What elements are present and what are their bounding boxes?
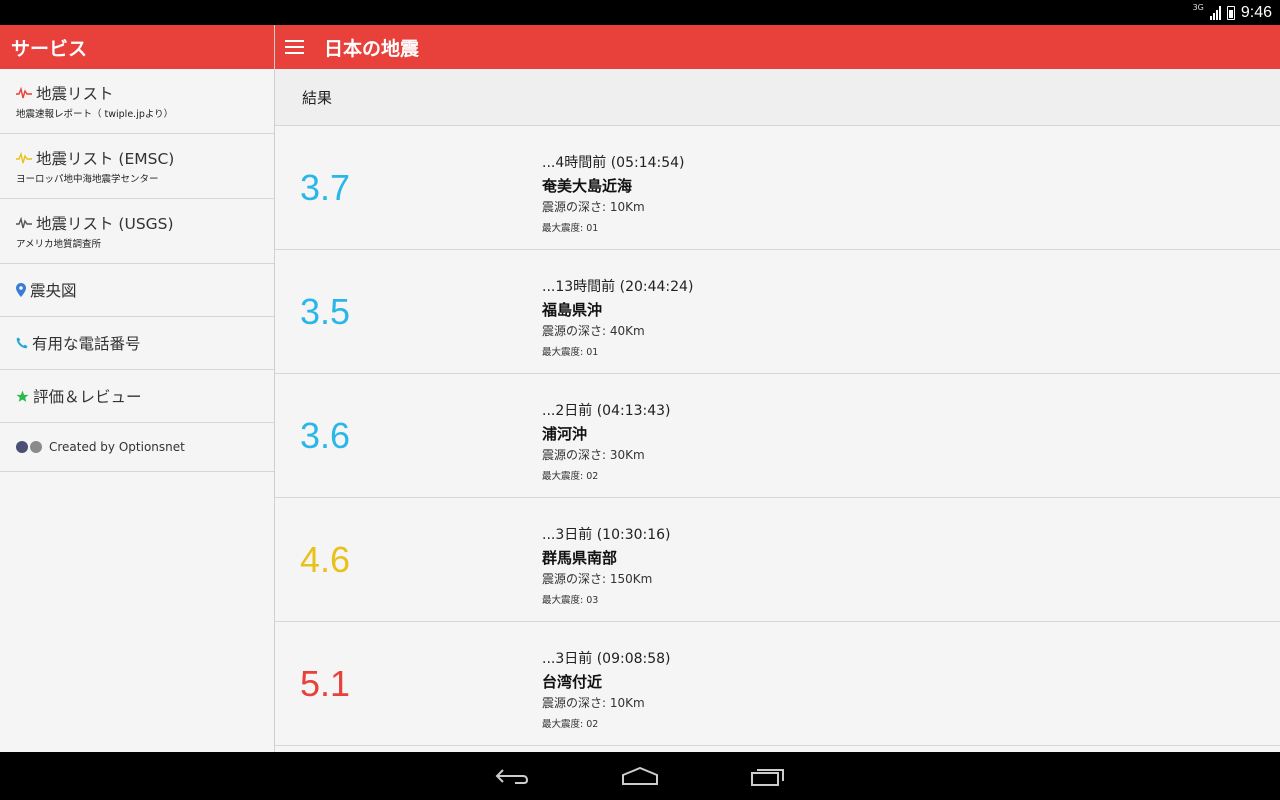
list-item[interactable]: 4.6 ...3日前 (10:30:16) 群馬県南部 震源の深さ: 150Km… (275, 498, 1280, 622)
home-icon[interactable] (616, 760, 664, 792)
main-content: 日本の地震 結果 3.7 ...4時間前 (05:14:54) 奄美大島近海 震… (275, 25, 1280, 752)
drawer-item-label: 有用な電話番号 (32, 335, 141, 353)
quake-time: ...2日前 (04:13:43) (542, 403, 671, 419)
results-label: 結果 (302, 88, 333, 107)
credit-label: Created by Optionsnet (49, 440, 185, 454)
quake-place: 群馬県南部 (542, 549, 618, 567)
quake-intensity: 最大震度: 01 (542, 347, 599, 358)
drawer-item-emsc-list[interactable]: 地震リスト (EMSC) ヨーロッパ地中海地震学センター (0, 134, 274, 199)
app-bar: 日本の地震 (275, 25, 1280, 69)
magnitude-value: 3.5 (300, 291, 351, 332)
drawer-item-usgs-list[interactable]: 地震リスト (USGS) アメリカ地質調査所 (0, 199, 274, 264)
quake-place: 福島県沖 (542, 301, 603, 319)
drawer-item-rate-review[interactable]: 評価＆レビュー (0, 370, 274, 423)
results-header: 結果 (275, 69, 1280, 126)
quake-depth: 震源の深さ: 30Km (542, 448, 645, 462)
pulse-icon (16, 217, 32, 229)
drawer-item-phone-numbers[interactable]: 有用な電話番号 (0, 317, 274, 370)
quake-info: ...4時間前 (05:14:54) 奄美大島近海 震源の深さ: 10Km 最大… (542, 152, 685, 234)
quake-place: 奄美大島近海 (542, 177, 633, 195)
clock: 9:46 (1240, 3, 1272, 21)
quake-time: ...13時間前 (20:44:24) (542, 279, 694, 295)
quake-place: 台湾付近 (542, 673, 603, 691)
quake-depth: 震源の深さ: 10Km (542, 696, 645, 710)
status-icons: 3G 9:46 (1193, 0, 1272, 25)
quake-info: ...3日前 (09:08:58) 台湾付近 震源の深さ: 10Km 最大震度:… (542, 648, 671, 730)
navigation-drawer: サービス 地震リスト 地震速報レポート（ twiple.jpより） 地震リスト … (0, 25, 275, 752)
status-bar: 3G 9:46 (0, 0, 1280, 25)
quake-info: ...13時間前 (20:44:24) 福島県沖 震源の深さ: 40Km 最大震… (542, 276, 693, 358)
menu-icon[interactable] (275, 25, 315, 69)
drawer-item-label: 震央図 (30, 282, 77, 300)
drawer-item-epicenter-map[interactable]: 震央図 (0, 264, 274, 317)
magnitude-value: 3.7 (300, 167, 351, 208)
star-icon (16, 390, 29, 403)
list-item[interactable]: 5.1 ...3日前 (09:08:58) 台湾付近 震源の深さ: 10Km 最… (275, 622, 1280, 746)
drawer-item-label: 地震リスト (36, 85, 114, 103)
quake-intensity: 最大震度: 02 (542, 719, 599, 730)
page-title: 日本の地震 (324, 37, 420, 60)
drawer-item-label: 地震リスト (USGS) (36, 215, 174, 233)
list-item[interactable]: 3.5 ...13時間前 (20:44:24) 福島県沖 震源の深さ: 40Km… (275, 250, 1280, 374)
magnitude-value: 3.6 (300, 415, 351, 456)
quake-time: ...3日前 (09:08:58) (542, 651, 671, 667)
drawer-item-subtitle: ヨーロッパ地中海地震学センター (16, 174, 159, 185)
list-item[interactable]: 3.6 ...2日前 (04:13:43) 浦河沖 震源の深さ: 30Km 最大… (275, 374, 1280, 498)
quake-time: ...3日前 (10:30:16) (542, 527, 671, 543)
quake-time: ...4時間前 (05:14:54) (542, 155, 685, 171)
drawer-header: サービス (0, 25, 274, 69)
system-nav-bar (0, 752, 1280, 800)
quake-depth: 震源の深さ: 40Km (542, 324, 645, 338)
drawer-item-label: 評価＆レビュー (33, 388, 142, 406)
logo-dots-icon (16, 441, 42, 453)
magnitude-value: 4.6 (300, 539, 351, 580)
signal-icon (1209, 5, 1221, 20)
quake-intensity: 最大震度: 02 (542, 471, 599, 482)
network-type: 3G (1192, 3, 1204, 12)
quake-depth: 震源の深さ: 10Km (542, 200, 645, 214)
quake-info: ...2日前 (04:13:43) 浦河沖 震源の深さ: 30Km 最大震度: … (542, 400, 671, 482)
back-icon[interactable] (488, 760, 536, 792)
pulse-icon (16, 152, 32, 164)
drawer-title: サービス (11, 37, 88, 60)
magnitude-value: 5.1 (300, 663, 351, 704)
battery-icon (1226, 5, 1235, 20)
drawer-item-credits[interactable]: Created by Optionsnet (0, 423, 274, 472)
quake-intensity: 最大震度: 03 (542, 595, 599, 606)
quake-intensity: 最大震度: 01 (542, 223, 599, 234)
drawer-item-subtitle: 地震速報レポート（ twiple.jpより） (16, 109, 174, 120)
drawer-item-label: 地震リスト (EMSC) (36, 150, 175, 168)
drawer-item-subtitle: アメリカ地質調査所 (16, 239, 102, 250)
quake-info: ...3日前 (10:30:16) 群馬県南部 震源の深さ: 150Km 最大震… (542, 524, 671, 606)
drawer-item-jma-list[interactable]: 地震リスト 地震速報レポート（ twiple.jpより） (0, 69, 274, 134)
phone-icon (16, 337, 28, 349)
quake-place: 浦河沖 (542, 425, 588, 443)
recents-icon[interactable] (744, 760, 792, 792)
map-pin-icon (16, 283, 26, 297)
quake-depth: 震源の深さ: 150Km (542, 572, 653, 586)
list-item[interactable]: 3.7 ...4時間前 (05:14:54) 奄美大島近海 震源の深さ: 10K… (275, 126, 1280, 250)
pulse-icon (16, 87, 32, 99)
